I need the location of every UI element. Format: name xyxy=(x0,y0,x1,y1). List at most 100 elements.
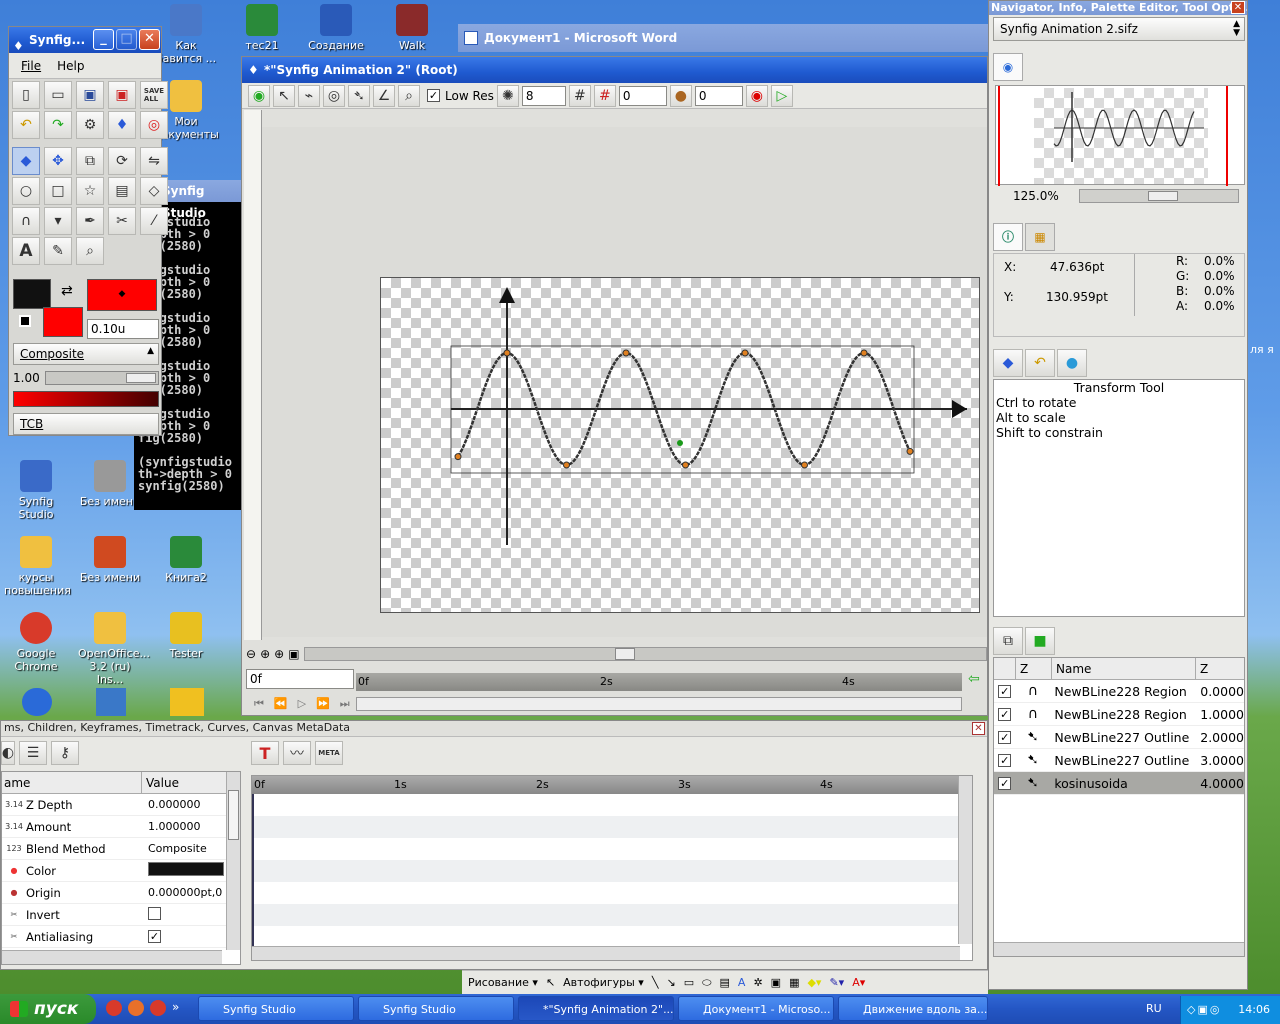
about-icon[interactable]: ♦ xyxy=(108,111,136,139)
rectangle-tool-icon[interactable]: □ xyxy=(44,177,72,205)
save-icon[interactable]: ▣ xyxy=(76,81,104,109)
circle-tool-icon[interactable]: ○ xyxy=(12,177,40,205)
tab-metadata-icon[interactable]: META xyxy=(315,741,343,765)
line-color-icon[interactable]: ✎▾ xyxy=(829,976,844,989)
tm-icon[interactable] xyxy=(170,688,204,716)
firefox-icon[interactable] xyxy=(128,1000,144,1016)
zoom-fit-icon[interactable]: ⊕ xyxy=(274,647,284,661)
lowres-checkbox[interactable]: ✓ xyxy=(427,89,440,102)
rectangle-icon[interactable]: ▭ xyxy=(684,976,694,989)
tab-params-icon[interactable]: ◐ xyxy=(1,741,15,765)
canvas-select[interactable]: Synfig Animation 2.sifz ▲ ▼ xyxy=(993,17,1245,41)
new-icon[interactable]: ▯ xyxy=(12,81,40,109)
time-scrollbar[interactable] xyxy=(356,697,962,711)
tab-library-icon[interactable]: ■ xyxy=(1025,627,1055,655)
line-icon[interactable]: ╲ xyxy=(652,976,659,989)
past-onion-field[interactable]: 0 xyxy=(618,85,667,106)
star-tool-icon[interactable]: ☆ xyxy=(76,177,104,205)
param-value[interactable]: 0.000000 xyxy=(144,798,224,811)
zoom-100-icon[interactable]: ▣ xyxy=(288,647,299,661)
scrollbar-thumb[interactable] xyxy=(614,648,635,660)
layer-row[interactable]: ✓ ∩ NewBLine228 Region 0.0000 xyxy=(994,680,1244,703)
oval-icon[interactable]: ⬭ xyxy=(702,976,711,990)
picture-icon[interactable]: ▦ xyxy=(789,976,799,989)
save-as-icon[interactable]: ▣ xyxy=(108,81,136,109)
arrow-icon[interactable]: ↘ xyxy=(666,976,675,989)
zoom-tool-icon[interactable]: ⌕ xyxy=(76,237,104,265)
tab-layers-icon[interactable]: ⧉ xyxy=(993,627,1023,655)
show-ducks-icon[interactable]: ↖ xyxy=(273,84,295,107)
start-button[interactable]: пуск xyxy=(0,994,96,1024)
transform-tool-icon[interactable]: ◆ xyxy=(12,147,40,175)
swap-colors-icon[interactable]: ⇄ xyxy=(61,283,73,299)
taskbar-button[interactable]: Synfig Studio xyxy=(198,996,354,1021)
param-value[interactable] xyxy=(144,906,224,923)
clock[interactable]: 14:06 xyxy=(1238,1003,1270,1016)
drawing-menu[interactable]: Рисование ▾ xyxy=(468,976,538,989)
play-icon[interactable]: ▷ xyxy=(298,697,306,711)
zoom-in-icon[interactable]: ⊕ xyxy=(260,647,270,661)
layer-visibility-checkbox[interactable]: ✓ xyxy=(998,684,1012,698)
tab-info-icon[interactable]: ⓘ xyxy=(993,223,1023,251)
seek-end-icon[interactable]: ⏭ xyxy=(340,697,350,711)
tab-palette-icon[interactable]: ▦ xyxy=(1025,223,1055,251)
sketch-tool-icon[interactable]: ✎ xyxy=(44,237,72,265)
undo-icon[interactable]: ↶ xyxy=(12,111,40,139)
layer-row[interactable]: ✓ ➷ NewBLine227 Outline 3.0000 xyxy=(994,749,1244,772)
draw-tool-icon[interactable]: ✒ xyxy=(76,207,104,235)
vertex-duck[interactable] xyxy=(682,461,689,469)
seek-prev-icon[interactable]: ⏪ xyxy=(274,697,288,711)
layer-visibility-checkbox[interactable]: ✓ xyxy=(998,730,1012,744)
polygon-tool-icon[interactable]: ◇ xyxy=(140,177,168,205)
seek-next-icon[interactable]: ⏩ xyxy=(316,697,330,711)
mirror-tool-icon[interactable]: ⇋ xyxy=(140,147,168,175)
invert-checkbox[interactable] xyxy=(148,906,161,920)
zoom-slider[interactable] xyxy=(1079,189,1239,203)
select-objects-icon[interactable]: ↖ xyxy=(546,976,555,989)
desktop-icon[interactable]: тес21 xyxy=(230,4,294,52)
width-ducks-icon[interactable]: ➴ xyxy=(348,84,370,107)
blend-method-select[interactable]: Composite ▲ xyxy=(13,343,159,365)
maximize-button[interactable]: □ xyxy=(116,29,137,50)
param-value[interactable]: 1.000000 xyxy=(144,820,224,833)
gradient-tool-icon[interactable]: ▤ xyxy=(108,177,136,205)
refresh-icon[interactable]: ⌕ xyxy=(398,84,420,107)
rotate-tool-icon[interactable]: ⟳ xyxy=(108,147,136,175)
origin-duck[interactable] xyxy=(677,440,683,446)
taskbar-button[interactable]: Документ1 - Microso... xyxy=(678,996,834,1021)
show-grid-icon[interactable]: # xyxy=(568,84,591,107)
vertex-duck[interactable] xyxy=(622,349,630,357)
tab-timetrack-icon[interactable]: T xyxy=(251,741,279,765)
clipart-icon[interactable]: ▣ xyxy=(771,976,781,989)
timetrack-hscrollbar[interactable] xyxy=(252,946,960,960)
param-value[interactable]: 0.000000pt,0 xyxy=(144,886,224,899)
time-slider[interactable]: 0f 2s 4s xyxy=(356,673,962,691)
opacity-slider[interactable] xyxy=(45,371,159,385)
slider-handle[interactable] xyxy=(126,373,156,383)
tab-canvas-browser-icon[interactable]: ● xyxy=(1057,349,1087,377)
horizontal-scrollbar[interactable] xyxy=(303,647,987,661)
vertex-duck[interactable] xyxy=(860,349,868,357)
param-row[interactable]: 3.14 Z Depth 0.000000 xyxy=(2,794,240,816)
desktop-icon[interactable]: Как бавится ... xyxy=(154,4,218,65)
close-button[interactable]: ✕ xyxy=(139,29,160,50)
textbox-icon[interactable]: ▤ xyxy=(720,976,730,989)
desktop-icon[interactable]: Книга2 xyxy=(154,536,218,584)
layer-visibility-checkbox[interactable]: ✓ xyxy=(998,753,1012,767)
menu-help[interactable]: Help xyxy=(57,59,84,73)
param-value[interactable] xyxy=(144,862,224,879)
desktop-icon[interactable]: Tester xyxy=(154,612,218,660)
canvas-titlebar[interactable]: ♦ *"Synfig Animation 2" (Root) xyxy=(242,57,987,83)
taskbar-button[interactable]: Synfig Studio xyxy=(358,996,514,1021)
snap-grid-icon[interactable]: # xyxy=(593,84,616,107)
canvas-work-area[interactable] xyxy=(262,127,987,637)
save-all-icon[interactable]: SAVE ALL xyxy=(140,81,168,109)
vertex-duck[interactable] xyxy=(741,349,749,357)
play-icon[interactable]: ▷ xyxy=(770,84,793,107)
tab-curves-icon[interactable]: 〰 xyxy=(283,741,311,765)
slider-handle[interactable] xyxy=(1148,191,1178,201)
fill-color-swatch[interactable]: ◆ xyxy=(87,279,157,311)
vertex-duck[interactable] xyxy=(454,453,462,461)
fill-color-icon[interactable]: ◆▾ xyxy=(807,976,821,989)
taskbar-button-active[interactable]: *"Synfig Animation 2"... xyxy=(518,996,674,1021)
